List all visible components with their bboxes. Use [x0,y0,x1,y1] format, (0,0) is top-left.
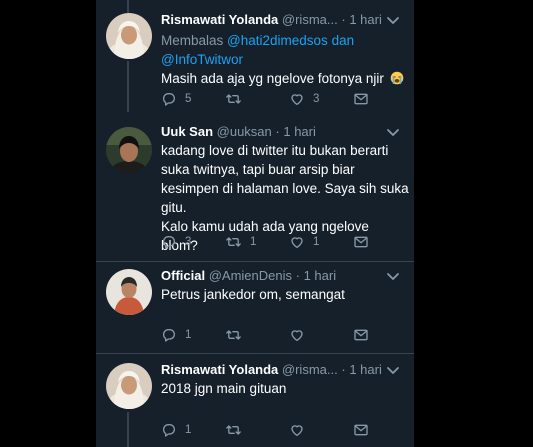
display-name[interactable]: Uuk San [161,124,213,139]
reply-icon [161,327,177,343]
reply-count: 1 [185,329,192,341]
reply-icon [161,91,177,107]
retweet-icon [225,91,242,107]
mention-link[interactable]: @InfoTwitwor [161,52,243,67]
retweet-icon [225,327,242,343]
page: Rismawati Yolanda @risma... · 1 hari Mem… [0,0,533,447]
username[interactable]: @risma... [282,362,338,377]
envelope-icon [353,234,369,250]
heart-icon [289,91,305,107]
tweet-text-line: suka twitnya, tapi buar arsip biar [161,162,355,177]
heart-icon [289,327,305,343]
tweet-text-line: kadang love di twitter itu bukan berarti [161,143,389,158]
reply-and: dan [331,33,355,48]
username[interactable]: @uuksan [217,124,272,139]
tweet-actions: 1 [161,327,411,343]
reply-prefix: Membalas [161,33,224,48]
display-name[interactable]: Rismawati Yolanda [161,12,278,27]
reply-icon [161,422,177,438]
tweet-actions: 1 [161,422,411,438]
tweet-text: Masih ada aja yg ngelove fotonya njir [161,69,409,88]
reply-button[interactable]: 1 [161,422,191,438]
tweet-text: Petrus jankedor om, semangat [161,287,345,302]
retweet-icon [225,234,242,250]
tweet-text-content: Masih ada aja yg ngelove fotonya njir [161,71,384,86]
tweet[interactable]: Uuk San @uuksan · 1 hari kadang love di … [96,123,414,258]
retweet-button[interactable] [225,91,250,107]
like-button[interactable]: 1 [289,234,319,250]
tweet-text-line: gitu. [161,200,187,215]
retweet-button[interactable]: 1 [225,234,256,250]
tweet-header: Uuk San @uuksan · 1 hari [161,123,406,141]
avatar[interactable] [106,363,152,409]
direct-message-button[interactable] [353,91,369,107]
tweet-body: 2018 jgn main gituan [161,379,409,398]
display-name[interactable]: Rismawati Yolanda [161,362,278,377]
like-button[interactable]: 3 [289,91,319,107]
heart-icon [289,422,305,438]
mention-link[interactable]: @hati2dimedsos [227,33,328,48]
direct-message-button[interactable] [353,422,369,438]
retweet-count: 1 [250,236,257,248]
direct-message-button[interactable] [353,234,369,250]
timestamp[interactable]: 1 hari [304,268,337,283]
tweet-actions: 5 3 [161,91,411,107]
tweet[interactable]: Official @AmienDenis · 1 hari Petrus jan… [96,267,414,351]
tweet-divider [96,261,414,262]
chevron-down-icon[interactable] [386,271,400,283]
tweet-header: Rismawati Yolanda @risma... · 1 hari [161,11,406,29]
avatar[interactable] [106,127,152,173]
reply-icon [161,234,177,250]
tweet-text: 2018 jgn main gituan [161,381,287,396]
retweet-button[interactable] [225,422,250,438]
like-count: 1 [313,236,320,248]
like-button[interactable] [289,327,313,343]
display-name[interactable]: Official [161,268,205,283]
envelope-icon [353,422,369,438]
tweet-actions: 3 1 1 [161,234,411,250]
tweet-header: Rismawati Yolanda @risma... · 1 hari [161,361,406,379]
timestamp[interactable]: 1 hari [283,124,316,139]
reply-button[interactable]: 3 [161,234,191,250]
separator-dot: · [275,124,280,139]
reply-count: 5 [185,93,192,105]
tweet[interactable]: Rismawati Yolanda @risma... · 1 hari 201… [96,361,414,447]
timestamp[interactable]: 1 hari [349,362,382,377]
reply-button[interactable]: 1 [161,327,191,343]
timestamp[interactable]: 1 hari [349,12,382,27]
reply-button[interactable]: 5 [161,91,191,107]
heart-icon [289,234,305,250]
chevron-down-icon[interactable] [386,365,400,377]
direct-message-button[interactable] [353,327,369,343]
retweet-icon [225,422,242,438]
tweet-body: Membalas @hati2dimedsos dan @InfoTwitwor… [161,31,409,88]
separator-dot: · [295,268,300,283]
retweet-button[interactable] [225,327,250,343]
tweet-body: Petrus jankedor om, semangat [161,285,409,304]
tweet-header: Official @AmienDenis · 1 hari [161,267,406,285]
chevron-down-icon[interactable] [386,127,400,139]
reply-count: 1 [185,424,192,436]
username[interactable]: @risma... [282,12,338,27]
separator-dot: · [341,362,346,377]
tweet-divider [96,353,414,354]
avatar[interactable] [106,269,152,315]
tweet-text-line: kesimpen di halaman love. Saya sih suka [161,181,409,196]
envelope-icon [353,91,369,107]
separator-dot: · [341,12,346,27]
avatar[interactable] [106,13,152,59]
tweet[interactable]: Rismawati Yolanda @risma... · 1 hari Mem… [96,11,414,111]
reply-count: 3 [185,236,192,248]
like-button[interactable] [289,422,313,438]
username[interactable]: @AmienDenis [209,268,292,283]
reply-context: Membalas @hati2dimedsos dan [161,31,409,50]
chevron-down-icon[interactable] [386,15,400,27]
loudly-crying-face-icon [390,71,403,85]
like-count: 3 [313,93,320,105]
envelope-icon [353,327,369,343]
